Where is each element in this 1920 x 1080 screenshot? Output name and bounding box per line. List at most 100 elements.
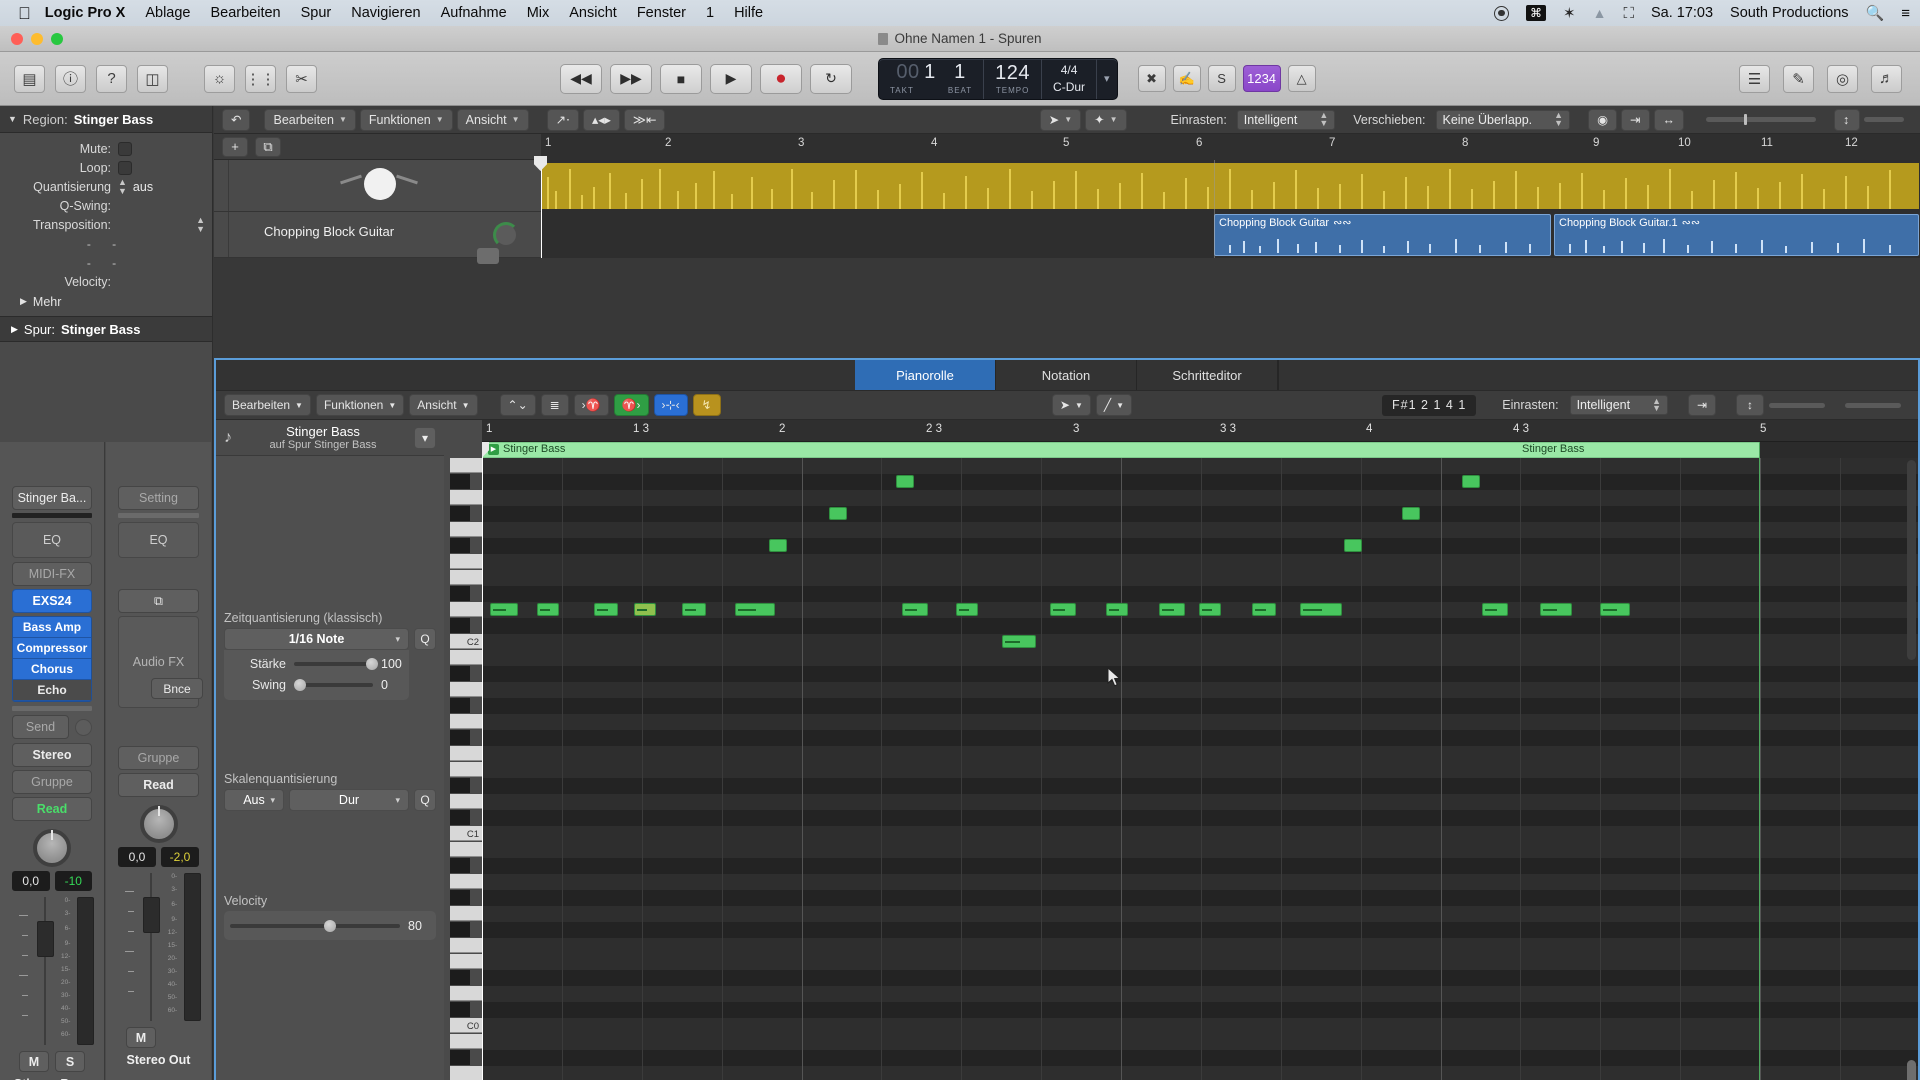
piano-roll-lane[interactable] (482, 698, 1918, 714)
strip-a-midifx-slot[interactable]: MIDI-FX (12, 562, 92, 586)
piano-roll-lane[interactable] (482, 762, 1918, 778)
piano-roll-lane[interactable] (482, 522, 1918, 538)
piano-key-white[interactable] (450, 714, 482, 729)
midi-thru-icon[interactable]: ›⊹‹ (653, 394, 688, 416)
piano-key-black[interactable] (450, 970, 470, 985)
arrange-menu-bearbeiten[interactable]: Bearbeiten ▼ (264, 108, 356, 131)
cycle-button[interactable]: ↻ (810, 63, 852, 94)
smart-controls-button[interactable]: ☼ (204, 64, 235, 93)
piano-keyboard[interactable]: C2 C1 C0 (444, 420, 482, 1080)
piano-key-white[interactable] (450, 954, 482, 969)
vertical-scroll-thumb[interactable] (1907, 1060, 1916, 1080)
playhead[interactable] (541, 160, 542, 258)
editor-snap-select[interactable]: Intelligent ▲ ▼ (1569, 395, 1668, 415)
midi-note[interactable] (1344, 539, 1362, 552)
tab-schritteditor[interactable]: Schritteditor (1137, 360, 1278, 390)
menu-ablage[interactable]: Ablage (145, 5, 190, 21)
notes-button[interactable]: ✎ (1783, 64, 1814, 93)
midi-note[interactable] (829, 507, 847, 520)
midi-region-chopping-block-guitar[interactable]: Chopping Block Guitar ∾∾ (1214, 214, 1551, 256)
menu-fenster[interactable]: Fenster (637, 5, 686, 21)
toolbar-button[interactable]: ◫ (137, 64, 168, 93)
menu-ansicht[interactable]: Ansicht (569, 5, 617, 21)
note-position-display[interactable]: F#1 2 1 4 1 (1382, 394, 1477, 416)
midi-note[interactable] (902, 603, 928, 616)
menu-mix[interactable]: Mix (527, 5, 550, 21)
quantize-strength-row[interactable]: Stärke 100 (230, 653, 403, 674)
piano-roll-lane[interactable] (482, 906, 1918, 922)
piano-key-black[interactable] (450, 666, 470, 681)
strip-b-volume-fader[interactable] (142, 873, 161, 1021)
strip-b-mute-button[interactable]: M (126, 1027, 156, 1048)
undo-icon[interactable]: ↶ (222, 108, 251, 131)
quantize-swing-slider[interactable] (294, 678, 373, 691)
piano-key-white[interactable] (450, 762, 482, 777)
track-head-1[interactable] (214, 160, 541, 212)
velocity-row[interactable]: 80 (230, 915, 430, 936)
strip-a-setting-button[interactable]: Stinger Ba... (12, 486, 92, 510)
piano-key-white[interactable] (450, 1034, 482, 1049)
arrange-ruler[interactable]: 1 2 3 4 5 6 7 8 9 10 11 12 13 14 15 16 1… (541, 134, 1920, 160)
midi-note[interactable] (634, 603, 656, 616)
midi-note[interactable] (1252, 603, 1276, 616)
piano-key-white[interactable] (450, 554, 482, 569)
midi-note[interactable] (1402, 507, 1420, 520)
midi-note[interactable] (1002, 635, 1036, 648)
piano-roll-lane[interactable] (482, 618, 1918, 634)
piano-roll-lane[interactable] (482, 650, 1918, 666)
piano-roll-lane[interactable] (482, 730, 1918, 746)
piano-roll-lane[interactable] (482, 1066, 1918, 1080)
piano-roll-lanes[interactable] (482, 458, 1918, 1080)
piano-key-black[interactable] (450, 1002, 470, 1017)
menubar-username[interactable]: South Productions (1730, 5, 1849, 21)
piano-roll-lane[interactable] (482, 938, 1918, 954)
piano-roll-lane[interactable] (482, 922, 1918, 938)
arrange-snap-select[interactable]: Intelligent ▲ ▼ (1236, 109, 1336, 130)
piano-roll-lane[interactable] (482, 970, 1918, 986)
piano-key-white[interactable] (450, 650, 482, 665)
editor-menu-funktionen[interactable]: Funktionen ▼ (315, 394, 405, 416)
piano-roll-lane[interactable] (482, 810, 1918, 826)
stop-button[interactable]: ■ (660, 63, 702, 94)
catch-playhead-icon[interactable]: ◉ (1588, 108, 1618, 131)
track-name-chopping-block-guitar[interactable]: Chopping Block Guitar (264, 224, 394, 239)
piano-roll-lane[interactable] (482, 794, 1918, 810)
time-quantize-q-button[interactable]: Q (414, 628, 436, 650)
piano-key-white[interactable] (450, 522, 482, 537)
piano-roll-lane[interactable] (482, 842, 1918, 858)
strip-b-stereo-icon[interactable]: ⧉ (118, 589, 199, 613)
piano-roll-lane[interactable] (482, 1034, 1918, 1050)
strip-b-automation-mode[interactable]: Read (118, 773, 199, 797)
piano-roll-grid[interactable]: 1 1 3 2 2 3 3 3 3 4 4 3 5 ▶ Stinger Bass… (482, 420, 1918, 1080)
arrange-menu-ansicht[interactable]: Ansicht ▼ (456, 108, 529, 131)
insert-slot-1[interactable]: Bass Amp (13, 617, 91, 638)
screen-record-icon[interactable] (1494, 5, 1510, 21)
apple-menu-icon[interactable]:  (18, 5, 31, 22)
menu-logic-pro-x[interactable]: Logic Pro X (45, 5, 126, 21)
pointer-tool[interactable]: ➤ ▼ (1039, 108, 1082, 131)
piano-roll-lane[interactable] (482, 682, 1918, 698)
library-button[interactable]: ▤ (14, 64, 45, 93)
panel-toggle-icon[interactable]: ▾ (414, 426, 436, 449)
midi-note[interactable] (1540, 603, 1572, 616)
media-browser-button[interactable]: ♬ (1871, 64, 1902, 93)
piano-key-black[interactable] (450, 618, 470, 633)
piano-key-black[interactable] (450, 778, 470, 793)
piano-roll-lane[interactable] (482, 538, 1918, 554)
midi-note[interactable] (594, 603, 618, 616)
scale-quantize-scale-select[interactable]: Dur ▾ (289, 789, 409, 811)
midi-note[interactable] (1159, 603, 1185, 616)
list-editors-button[interactable]: ☰ (1739, 64, 1770, 93)
menu-navigieren[interactable]: Navigieren (351, 5, 420, 21)
command-key-icon[interactable]: ⌘ (1526, 5, 1547, 21)
midi-note[interactable] (956, 603, 978, 616)
piano-key-black[interactable] (450, 538, 470, 553)
piano-roll-playhead[interactable] (482, 442, 483, 1080)
menubar-clock[interactable]: Sa. 17:03 (1651, 5, 1713, 21)
flex-icon[interactable]: ▴◂▸ (583, 108, 620, 131)
arrange-zoom-slider[interactable] (1706, 114, 1816, 125)
quantize-strength-slider[interactable] (294, 657, 378, 670)
piano-key-black[interactable] (450, 698, 470, 713)
pencil-tool[interactable]: ╱ ▼ (1095, 394, 1133, 416)
piano-key-black[interactable] (450, 810, 470, 825)
